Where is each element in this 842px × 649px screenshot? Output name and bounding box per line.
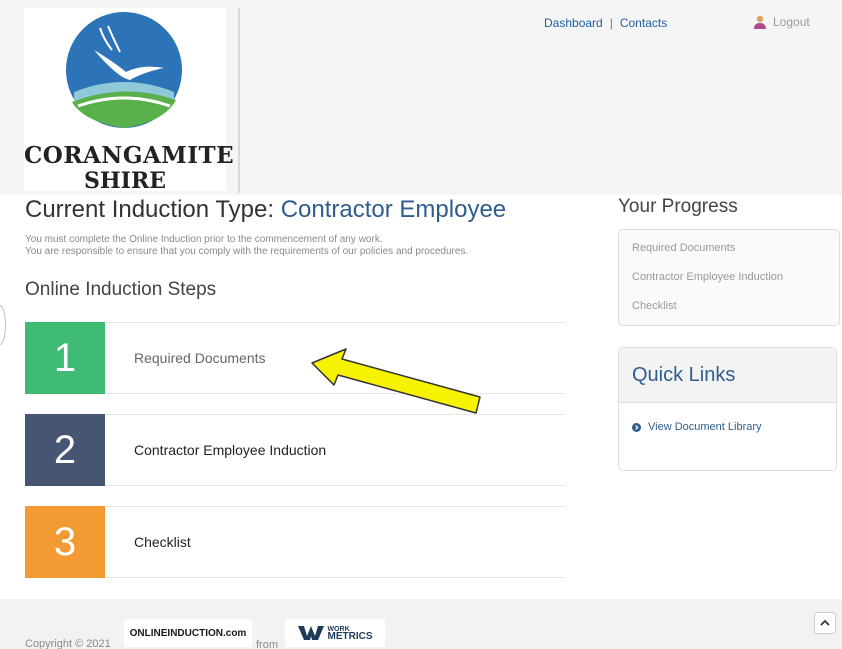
page-title: Current Induction Type: Contractor Emplo… bbox=[25, 196, 506, 224]
induction-type: Contractor Employee bbox=[280, 196, 507, 223]
step-label: Checklist bbox=[134, 534, 191, 550]
logo-text-line2: SHIRE bbox=[83, 168, 167, 194]
pointer-arrow-icon bbox=[311, 348, 481, 414]
intro-text: You must complete the Online Induction p… bbox=[25, 234, 468, 258]
step-number: 3 bbox=[25, 506, 105, 578]
nav-contacts-link[interactable]: Contacts bbox=[620, 16, 667, 30]
step-contractor-employee-induction[interactable]: 2 Contractor Employee Induction bbox=[25, 414, 565, 486]
top-nav: Dashboard | Contacts bbox=[544, 16, 667, 30]
workmetrics-line2: METRICS bbox=[327, 631, 373, 642]
logout-label: Logout bbox=[773, 15, 810, 29]
page-title-prefix: Current Induction Type: bbox=[25, 196, 281, 223]
logo-text-line1: CORANGAMITE bbox=[24, 142, 235, 169]
scroll-to-top-button[interactable] bbox=[814, 612, 836, 634]
chevron-up-icon bbox=[820, 619, 830, 626]
step-label: Contractor Employee Induction bbox=[134, 442, 327, 458]
onlineinduction-logo: ONLINEINDUCTION.com bbox=[124, 619, 252, 647]
workmetrics-logo: WORK METRICS bbox=[285, 619, 385, 647]
nav-dashboard-link[interactable]: Dashboard bbox=[544, 16, 603, 30]
intro-line-2: You are responsible to ensure that you c… bbox=[25, 246, 469, 257]
chevron-right-circle-icon bbox=[632, 422, 641, 432]
step-label: Required Documents bbox=[134, 350, 266, 366]
progress-item: Checklist bbox=[632, 300, 677, 312]
step-required-documents[interactable]: 1 Required Documents bbox=[25, 322, 565, 394]
copyright-text: Copyright © 2021 bbox=[25, 638, 111, 649]
user-icon bbox=[754, 15, 766, 29]
step-number: 1 bbox=[25, 322, 105, 394]
step-number: 2 bbox=[25, 414, 105, 486]
progress-list: Required Documents Contractor Employee I… bbox=[618, 229, 840, 326]
step-checklist[interactable]: 3 Checklist bbox=[25, 506, 565, 578]
intro-line-1: You must complete the Online Induction p… bbox=[25, 234, 383, 245]
nav-separator: | bbox=[609, 16, 613, 30]
footer: Copyright © 2021 ONLINEINDUCTION.com fro… bbox=[0, 599, 842, 649]
workmetrics-text: WORK METRICS bbox=[327, 626, 373, 642]
progress-item: Required Documents bbox=[632, 242, 736, 254]
corangamite-logo: CORANGAMITE SHIRE bbox=[24, 8, 235, 194]
from-text: from bbox=[256, 639, 278, 649]
view-document-library-link[interactable]: View Document Library bbox=[619, 421, 836, 433]
bird-emblem-icon bbox=[66, 12, 182, 128]
progress-title: Your Progress bbox=[618, 196, 738, 217]
logout-button[interactable]: Logout bbox=[753, 15, 810, 29]
quick-links-title: Quick Links bbox=[619, 348, 836, 403]
quick-links-panel: Quick Links View Document Library bbox=[618, 347, 837, 471]
logo-divider bbox=[238, 8, 240, 193]
progress-item: Contractor Employee Induction bbox=[632, 271, 784, 283]
steps-heading: Online Induction Steps bbox=[25, 279, 217, 300]
left-edge-handle bbox=[0, 305, 6, 345]
quick-link-label: View Document Library bbox=[648, 421, 762, 433]
workmetrics-mark-icon bbox=[297, 626, 324, 640]
